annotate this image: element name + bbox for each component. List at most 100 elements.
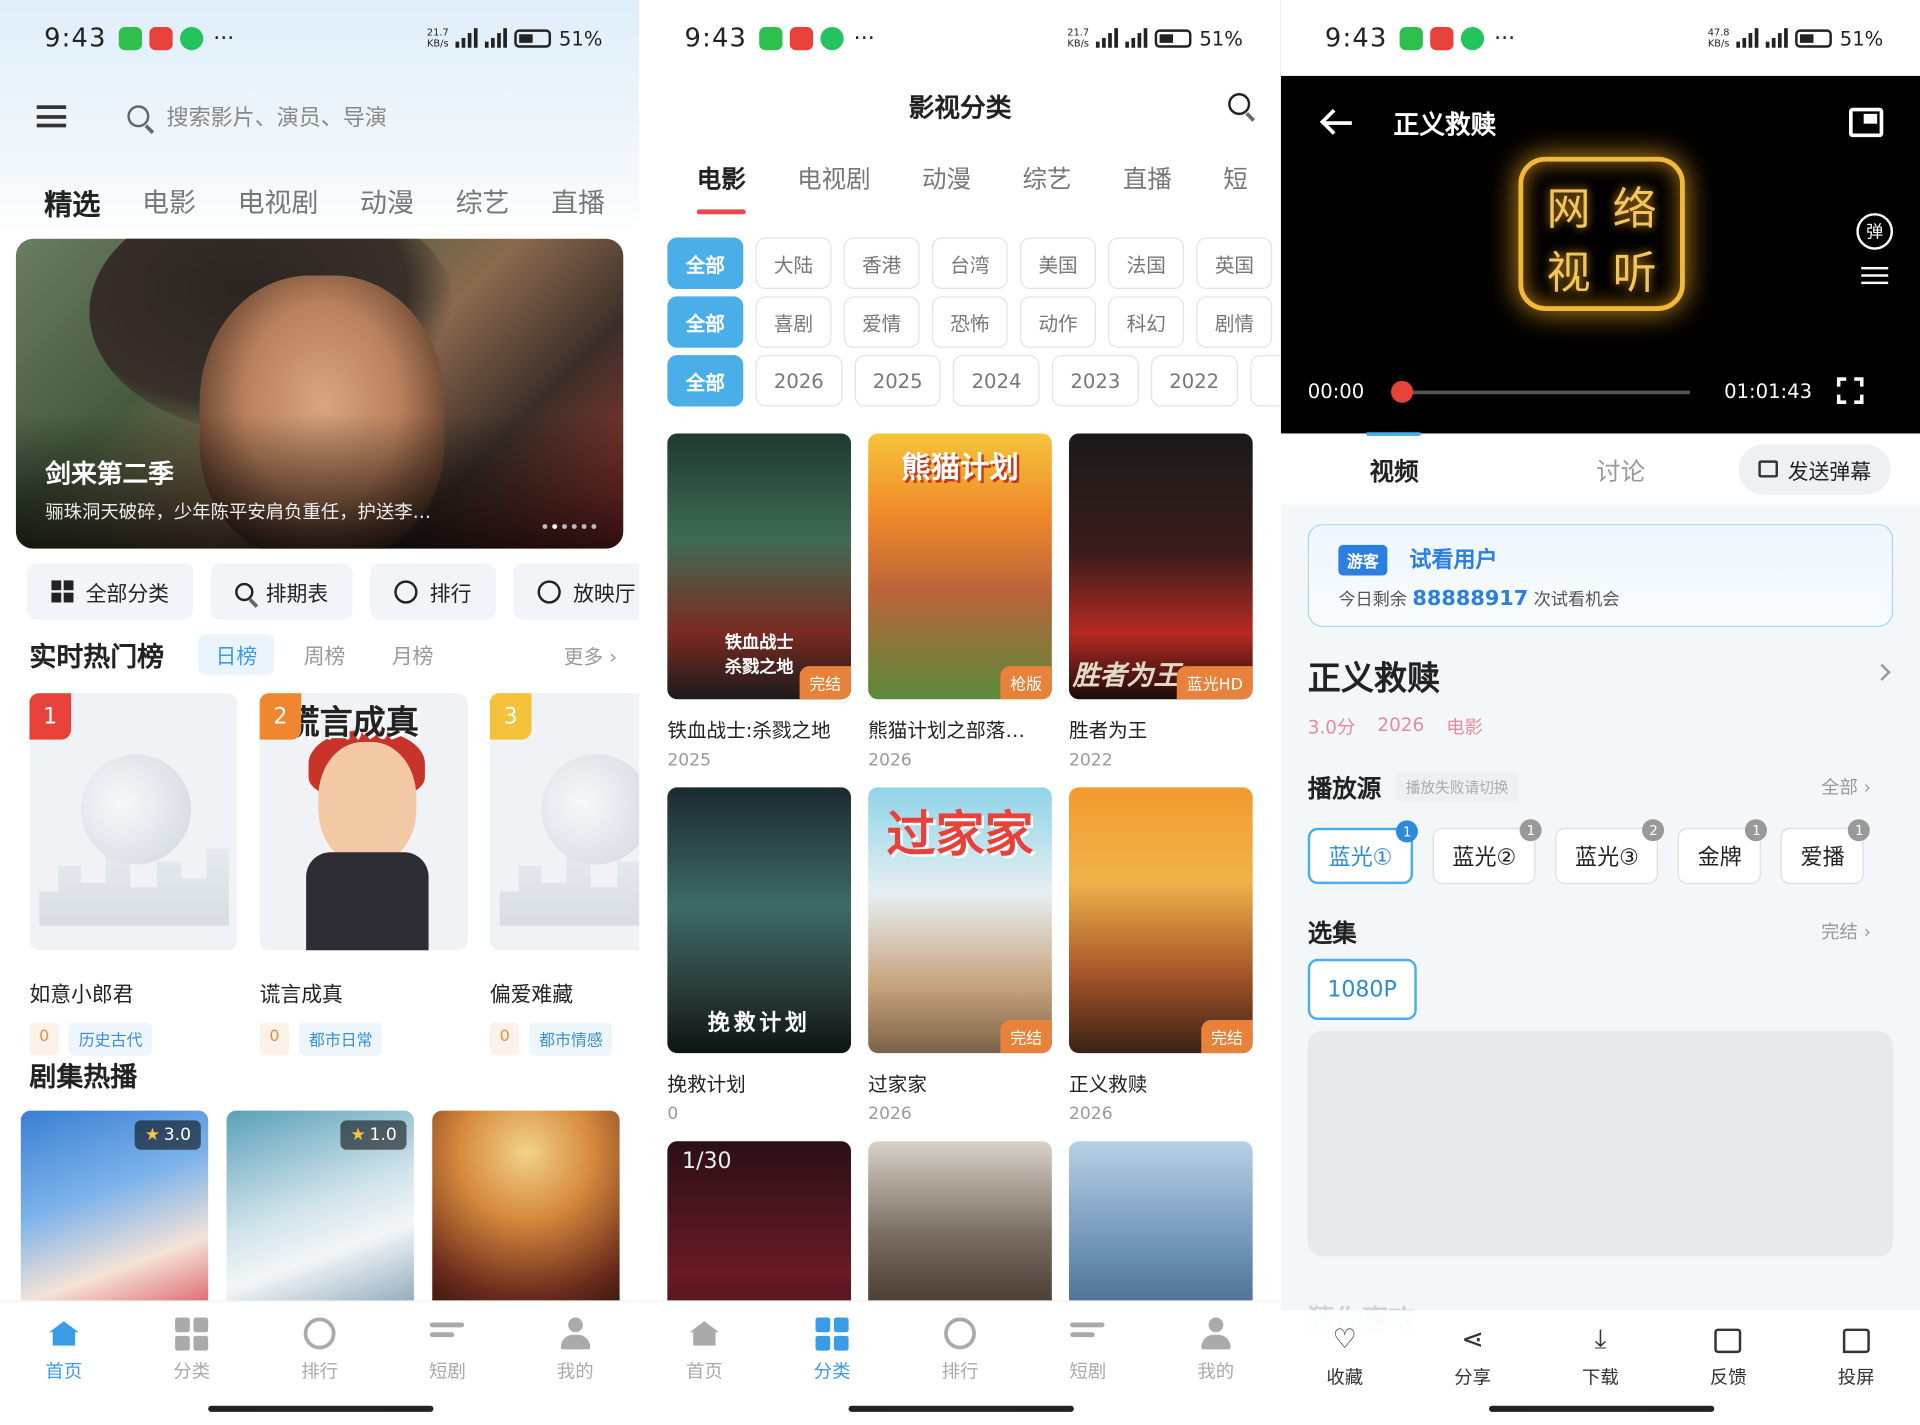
danmaku-settings-icon[interactable] <box>1861 266 1889 287</box>
movie-card[interactable]: 过家家 完结 过家家 2026 <box>868 787 1052 1124</box>
nav-me[interactable]: 我的 <box>511 1302 639 1425</box>
tab-anime[interactable]: 动漫 <box>922 159 971 195</box>
movie-info[interactable]: 正义救赎 3.0分 2026 电影 <box>1308 651 1893 739</box>
rank-badge: 2 <box>259 693 302 740</box>
filter-chip[interactable]: 香港 <box>843 237 920 289</box>
filter-chip[interactable]: 爱情 <box>843 296 920 348</box>
tab-live[interactable]: 直播 <box>551 181 605 223</box>
all-categories-button[interactable]: 全部分类 <box>26 563 194 620</box>
progress-track[interactable] <box>1400 390 1690 395</box>
filter-chip[interactable]: 全部 <box>667 296 744 348</box>
all-sources-link[interactable]: 全部 › <box>1821 774 1871 800</box>
search-icon <box>235 582 254 601</box>
filter-chip[interactable]: 恐怖 <box>931 296 1008 348</box>
search-placeholder: 搜索影片、演员、导演 <box>166 105 387 132</box>
schedule-button[interactable]: 排期表 <box>210 563 353 620</box>
filter-chip[interactable]: 英国 <box>1196 237 1273 289</box>
filter-chip[interactable]: 喜剧 <box>755 296 832 348</box>
poster: 谎言成真 2 <box>259 693 468 951</box>
filter-chip[interactable]: 2026 <box>755 355 843 407</box>
guest-card[interactable]: 游客 试看用户 今日剩余 88888917 次试看机会 <box>1307 524 1894 627</box>
tab-movie[interactable]: 电影 <box>696 159 746 215</box>
nav-me[interactable]: 我的 <box>1152 1302 1280 1425</box>
tab-short[interactable]: 短 <box>1223 159 1247 195</box>
source-option[interactable]: 金牌 1 <box>1678 819 1768 885</box>
tab-discussion[interactable]: 讨论 <box>1507 451 1734 487</box>
drama-card[interactable]: ★ 1.0 <box>226 1110 414 1319</box>
segment-daily[interactable]: 日榜 <box>198 634 275 675</box>
tab-variety[interactable]: 综艺 <box>456 181 510 223</box>
filter-chip[interactable]: 全部 <box>667 355 744 407</box>
drama-card[interactable] <box>432 1110 620 1319</box>
segment-monthly[interactable]: 月榜 <box>375 634 451 674</box>
filter-chip[interactable]: 剧情 <box>1196 296 1273 348</box>
source-option[interactable]: 爱播 1 <box>1780 819 1871 885</box>
filter-chip[interactable]: 全部 <box>667 237 744 289</box>
menu-icon[interactable] <box>36 105 67 128</box>
movie-card[interactable]: 熊猫计划 枪版 熊猫计划之部落… 2026 <box>868 433 1052 770</box>
video-player[interactable]: 9:43 ··· 47.8KB/s 51% 9:43 ··· <box>1280 0 1920 434</box>
list-item[interactable]: 1 如意小郎君 0 历史古代 <box>29 693 238 1056</box>
tab-video[interactable]: 视频 <box>1281 431 1508 487</box>
movie-card[interactable]: 胜者为王 蓝光HD 胜者为王 2022 <box>1068 433 1253 770</box>
theater-button[interactable]: 放映厅 <box>513 563 640 620</box>
segment-weekly[interactable]: 周榜 <box>287 634 363 674</box>
list-item[interactable]: 谎言成真 2 谎言成真 0 都市日常 <box>259 693 468 1056</box>
filter-chip[interactable]: 法国 <box>1108 237 1185 289</box>
home-indicator[interactable] <box>1488 1405 1715 1412</box>
nav-home[interactable]: 首页 <box>0 1302 128 1425</box>
status-time: 9:43 <box>684 23 748 53</box>
episode-button[interactable]: 1080P <box>1307 958 1417 1021</box>
item-score: 0 <box>259 1022 290 1056</box>
drama-card[interactable]: ★ 3.0 <box>20 1110 209 1319</box>
filter-chip[interactable]: 科幻 <box>1108 296 1185 348</box>
nav-home[interactable]: 首页 <box>640 1302 768 1425</box>
tab-tv[interactable]: 电视剧 <box>797 159 870 195</box>
tab-anime[interactable]: 动漫 <box>360 181 414 223</box>
movie-card[interactable]: 完结 正义救赎 2026 <box>1068 787 1253 1124</box>
filter-chip[interactable]: 美国 <box>1020 237 1097 289</box>
list-item[interactable]: 3 偏爱难藏 0 都市情感 <box>489 693 640 1056</box>
more-link[interactable]: 更多 › <box>564 640 617 669</box>
item-score: 0 <box>489 1022 520 1056</box>
tab-variety[interactable]: 综艺 <box>1022 159 1071 195</box>
filter-chip[interactable]: 动作 <box>1020 296 1097 348</box>
filter-chip[interactable]: 2024 <box>953 355 1040 407</box>
more-notifications-icon: ··· <box>853 25 875 51</box>
movie-card[interactable]: 铁血战士 杀戮之地 完结 铁血战士:杀戮之地 2025 <box>667 433 852 770</box>
hero-banner[interactable]: 剑来第二季 骊珠洞天破碎，少年陈平安肩负重任，护送李… <box>15 238 624 549</box>
source-option[interactable]: 蓝光③ 2 <box>1555 819 1665 885</box>
filter-chip[interactable]: 大陆 <box>755 237 832 289</box>
tab-live[interactable]: 直播 <box>1123 159 1172 195</box>
back-arrow-icon[interactable] <box>1320 110 1352 134</box>
cast-button[interactable]: 投屏 <box>1792 1310 1920 1425</box>
screenshot-stage: 9:43 ··· 21.7 KB/s 51% 搜索影片、演员、导演 精选 电影 电… <box>0 0 1920 1425</box>
episode-status-link[interactable]: 完结 › <box>1821 918 1871 944</box>
source-option[interactable]: 蓝光① 1 <box>1307 820 1419 885</box>
danmaku-toggle-icon[interactable]: 弹 <box>1856 213 1894 250</box>
fullscreen-icon[interactable] <box>1836 377 1864 405</box>
filter-chip[interactable]: 2022 <box>1150 355 1238 407</box>
item-tag: 都市日常 <box>299 1022 383 1056</box>
filter-chip[interactable]: 2025 <box>854 355 941 407</box>
ranking-button[interactable]: 排行 <box>369 563 496 620</box>
tab-tv[interactable]: 电视剧 <box>238 181 319 223</box>
progress-knob[interactable] <box>1391 380 1414 403</box>
battery-percent: 51% <box>1199 26 1243 50</box>
grid-icon <box>815 1316 849 1351</box>
tab-featured[interactable]: 精选 <box>44 181 100 223</box>
filter-chip[interactable]: 2023 <box>1052 355 1139 407</box>
source-option[interactable]: 蓝光② 1 <box>1432 819 1542 885</box>
tab-movie[interactable]: 电影 <box>142 181 196 223</box>
home-indicator[interactable] <box>208 1405 434 1412</box>
filter-chip[interactable]: 2 <box>1249 355 1280 407</box>
filter-chip[interactable]: 台湾 <box>931 237 1008 289</box>
home-indicator[interactable] <box>848 1405 1074 1412</box>
picture-in-picture-icon[interactable] <box>1848 107 1884 138</box>
movie-card[interactable]: 挽救计划 挽救计划 0 <box>667 787 852 1124</box>
user-icon <box>1201 1317 1231 1350</box>
search-icon[interactable] <box>1228 93 1251 116</box>
search-bar[interactable]: 搜索影片、演员、导演 <box>127 100 387 132</box>
send-danmaku-button[interactable]: 发送弹幕 <box>1738 443 1891 495</box>
favorite-button[interactable]: ♡ 收藏 <box>1281 1310 1409 1425</box>
